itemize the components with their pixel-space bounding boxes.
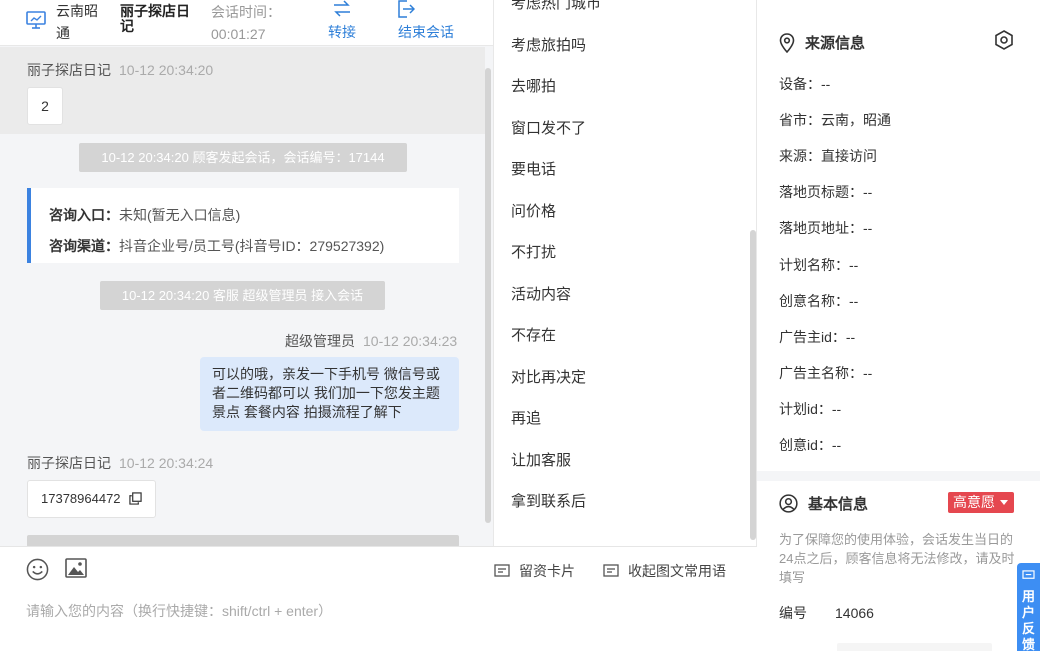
consult-info-card: 咨询入口：未知(暂无入口信息) 咨询渠道：抖音企业号/员工号(抖音号ID：279… <box>27 188 459 263</box>
source-info-row: 计划名称：-- <box>779 256 859 273</box>
source-info-row: 落地页地址：-- <box>779 220 873 237</box>
intent-dropdown[interactable]: 高意愿 <box>948 492 1014 513</box>
basic-info-title: 基本信息 <box>808 496 869 513</box>
system-notice-partial <box>27 535 459 546</box>
customer-message-bubble: 2 <box>27 87 63 125</box>
customer-id-row: 编号 14066 <box>779 603 874 623</box>
user-icon <box>779 494 798 513</box>
source-info-row: 计划id：-- <box>779 400 842 417</box>
quick-reply-item[interactable]: 让加客服 <box>511 451 571 471</box>
customer-info-panel: 来源信息 设备：-- 省市：云南，昭通 来源：直接访问 落地页标题：-- 落地页地址：-… <box>757 0 1040 651</box>
quick-reply-item[interactable]: 不打扰 <box>511 243 556 263</box>
source-info-title: 来源信息 <box>805 35 866 52</box>
feedback-button[interactable]: 用户反馈 <box>1017 563 1040 651</box>
source-info-row: 落地页标题：-- <box>779 184 873 201</box>
collapse-phrases-button[interactable]: 收起图文常用语 <box>603 561 726 581</box>
quick-reply-item[interactable]: 再追 <box>511 409 541 429</box>
info-card-button[interactable]: 留资卡片 <box>494 561 575 581</box>
customer-id-value: 14066 <box>835 605 874 621</box>
message-input[interactable] <box>26 599 726 623</box>
transfer-button[interactable]: 转接 <box>325 0 359 42</box>
feedback-icon <box>1022 570 1035 579</box>
view-icon[interactable] <box>994 30 1014 50</box>
section-divider <box>757 471 1040 481</box>
info-field-stub[interactable] <box>837 643 992 651</box>
source-info-row: 广告主id：-- <box>779 328 856 345</box>
message-sender: 丽子探店日记 10-12 20:34:20 <box>27 60 213 80</box>
phone-number: 17378964472 <box>41 491 121 506</box>
caret-down-icon <box>1000 500 1008 505</box>
consult-channel-label: 咨询渠道： <box>49 238 119 254</box>
source-info-row: 创意名称：-- <box>779 292 859 309</box>
quick-reply-item[interactable]: 要电话 <box>511 160 556 180</box>
source-info-row: 省市：云南，昭通 <box>779 112 891 129</box>
source-info-row: 创意id：-- <box>779 437 842 453</box>
quick-reply-item[interactable]: 不存在 <box>511 326 556 346</box>
quick-reply-item[interactable]: 去哪拍 <box>511 77 556 97</box>
monitor-icon <box>26 11 46 29</box>
quick-reply-panel: 考虑热门城市考虑旅拍吗去哪拍窗口发不了要电话问价格不打扰活动内容不存在对比再决定… <box>493 0 757 546</box>
sender-name: 丽子探店日记 <box>27 455 111 471</box>
source-info-header: 来源信息 <box>779 32 865 53</box>
session-time-label: 会话时间： <box>211 4 281 20</box>
message-composer: 留资卡片 收起图文常用语 <box>0 546 757 651</box>
message-time: 10-12 20:34:20 <box>119 62 214 78</box>
session-time: 00:01:27 <box>211 26 266 42</box>
transfer-label: 转接 <box>328 24 356 40</box>
location-pin-icon <box>779 32 795 53</box>
consult-channel-value: 抖音企业号/员工号(抖音号ID：279527392) <box>119 238 385 254</box>
quick-reply-item[interactable]: 窗口发不了 <box>511 119 586 139</box>
message-sender: 超级管理员 10-12 20:34:23 <box>285 331 457 351</box>
intent-label: 高意愿 <box>953 494 995 510</box>
info-card-label: 留资卡片 <box>519 563 575 579</box>
end-session-button[interactable]: 结束会话 <box>395 0 457 42</box>
system-notice: 10-12 20:34:20 顾客发起会话，会话编号：17144 <box>79 143 407 172</box>
card-icon <box>494 564 510 577</box>
quick-reply-item[interactable]: 对比再决定 <box>511 368 586 388</box>
message-sender: 丽子探店日记 10-12 20:34:24 <box>27 453 213 473</box>
feedback-label: 用户反馈 <box>1022 589 1036 651</box>
message-list[interactable]: 丽子探店日记 10-12 20:34:20 2 10-12 20:34:20 顾客… <box>0 47 493 546</box>
source-info-row: 广告主名称：-- <box>779 364 873 381</box>
end-session-label: 结束会话 <box>398 24 454 40</box>
copy-icon[interactable] <box>129 492 142 505</box>
message-time: 10-12 20:34:23 <box>363 333 458 349</box>
customer-id-label: 编号 <box>779 605 807 621</box>
quick-reply-item[interactable]: 活动内容 <box>511 285 571 305</box>
quick-reply-scrollbar[interactable] <box>750 230 756 540</box>
chat-header: 云南昭通 丽子探店日记 会话时间： 00:01:27 转接 结束会话 <box>0 0 493 46</box>
exit-icon <box>398 0 415 18</box>
agent-message-bubble: 可以的哦，亲发一下手机号 微信号或者二维码都可以 我们加一下您发主题景点 套餐内… <box>200 357 459 431</box>
transfer-icon <box>334 0 350 17</box>
image-icon[interactable] <box>65 558 87 578</box>
consult-entry-label: 咨询入口： <box>49 207 119 223</box>
emoji-icon[interactable] <box>26 558 49 581</box>
quick-reply-item[interactable]: 考虑热门城市 <box>511 0 601 14</box>
collapse-phrases-label: 收起图文常用语 <box>628 563 726 579</box>
quick-reply-item[interactable]: 拿到联系后 <box>511 492 586 512</box>
customer-name: 丽子探店日记 <box>120 3 190 34</box>
chat-scrollbar[interactable] <box>485 68 491 523</box>
customer-location: 云南昭通 <box>56 3 98 41</box>
edit-notice: 为了保障您的使用体验，会话发生当日的24点之后，顾客信息将无法修改，请及时填写 <box>779 532 1015 585</box>
quick-reply-item[interactable]: 考虑旅拍吗 <box>511 36 586 56</box>
source-info-row: 设备：-- <box>779 76 831 92</box>
sender-name: 超级管理员 <box>285 333 355 349</box>
customer-message-bubble: 17378964472 <box>27 480 156 518</box>
basic-info-header: 基本信息 <box>779 493 868 514</box>
phrases-icon <box>603 564 619 577</box>
consult-entry-value: 未知(暂无入口信息) <box>119 207 241 223</box>
source-info-row: 来源：直接访问 <box>779 148 877 165</box>
system-notice: 10-12 20:34:20 客服 超级管理员 接入会话 <box>100 281 385 310</box>
sender-name: 丽子探店日记 <box>27 62 111 78</box>
message-time: 10-12 20:34:24 <box>119 455 214 471</box>
quick-reply-item[interactable]: 问价格 <box>511 202 556 222</box>
